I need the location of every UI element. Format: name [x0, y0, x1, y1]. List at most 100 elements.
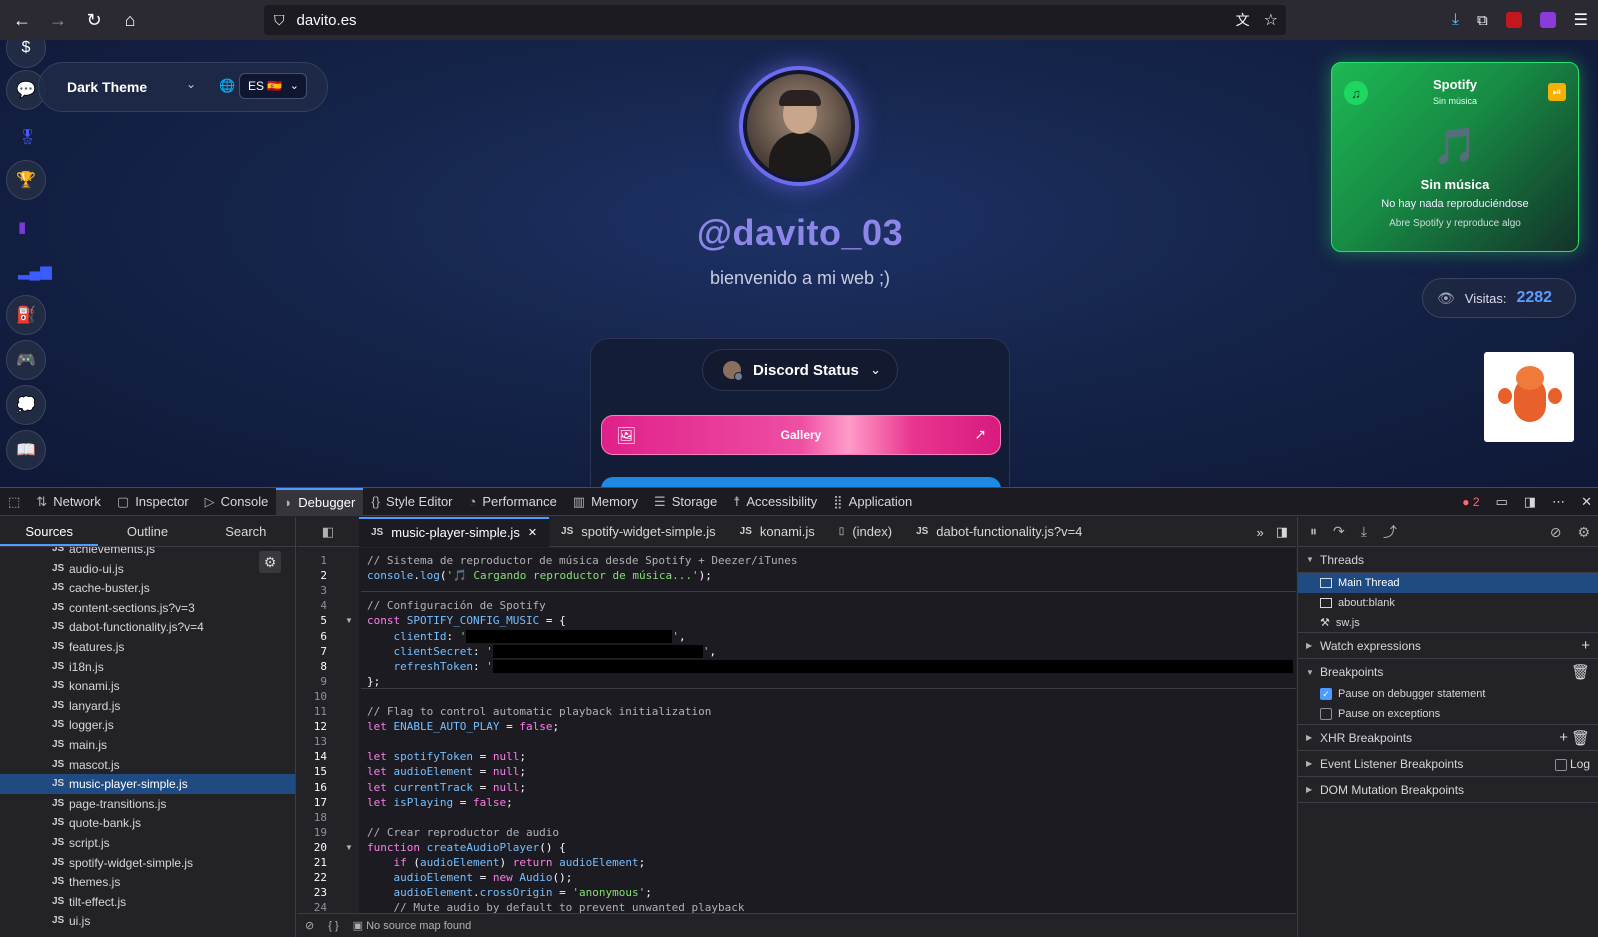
code-area[interactable]: 1 2 3 4 5 ▼ 6 7 8 9 10 11 12 13 14 15 16 17 18 19 20 ▼ 21 22 23 2… [297, 548, 1296, 913]
source-file[interactable]: JS lanyard.js [0, 696, 295, 716]
back-button[interactable]: ← [4, 2, 40, 38]
toggle-right-pane-icon[interactable]: ◨ [1276, 524, 1288, 540]
source-file[interactable]: JS page-transitions.js [0, 794, 295, 814]
dock-icon[interactable]: ◨ [1524, 494, 1536, 510]
tab-memory[interactable]: ▥ Memory [565, 488, 646, 516]
fold-toggle-icon[interactable]: ▼ [345, 840, 353, 855]
gamepad-button[interactable]: 🎮 [6, 340, 46, 380]
tab-application[interactable]: ⣿ Application [825, 488, 920, 516]
line-number[interactable]: 24 [297, 900, 327, 913]
document-link[interactable]: ▮ [18, 218, 34, 236]
line-number[interactable]: 4 [297, 598, 327, 613]
comment-button[interactable]: 💭 [6, 385, 46, 425]
url-bar[interactable]: ⛉ davito.es 文 ☆ [264, 5, 1286, 35]
achievements-link[interactable]: 🎖 [18, 128, 37, 146]
chevron-down-icon[interactable]: ⌄ [186, 77, 196, 91]
bookmark-star-icon[interactable]: ☆ [1264, 10, 1278, 30]
source-file[interactable]: JS logger.js [0, 715, 295, 735]
source-file[interactable]: JS features.js [0, 637, 295, 657]
addon-icon[interactable] [1539, 12, 1556, 28]
language-select[interactable]: ES 🇪🇸 ⌄ [239, 73, 307, 99]
toggle-sidebar-icon[interactable]: ◧ [297, 524, 359, 540]
line-number[interactable]: 22 [297, 870, 327, 885]
pause-exceptions-option[interactable]: Pause on exceptions [1298, 703, 1598, 725]
source-file[interactable]: JS tilt-effect.js [0, 892, 295, 912]
tab-performance[interactable]: ◔ Performance [461, 488, 565, 516]
line-number[interactable]: 12 [297, 719, 327, 734]
tab-debugger[interactable]: ◗ Debugger [276, 487, 364, 516]
checkbox-unchecked[interactable] [1320, 707, 1332, 720]
trophy-button[interactable]: 🏆 [6, 160, 46, 200]
stats-link[interactable]: ▂▄▆ [18, 262, 52, 280]
disable-breakpoints-icon[interactable]: ⊘ [1550, 524, 1562, 541]
line-number[interactable]: 7 [297, 644, 327, 659]
translate-icon[interactable]: 文 [1236, 10, 1250, 30]
responsive-design-icon[interactable]: ▭ [1496, 494, 1508, 510]
line-number[interactable]: 1 [297, 553, 327, 568]
watch-section[interactable]: ▶ Watch expressions + [1298, 633, 1598, 659]
tab-search[interactable]: Search [197, 517, 295, 546]
more-tabs-icon[interactable]: » [1256, 525, 1263, 540]
more-options-icon[interactable]: ⋯ [1552, 494, 1565, 510]
source-file[interactable]: JS main.js [0, 735, 295, 755]
thread-item[interactable]: about:blank [1298, 593, 1598, 613]
line-number[interactable]: 15 [297, 764, 327, 779]
reload-button[interactable]: ↻ [76, 2, 112, 38]
breakpoints-section[interactable]: ▼ Breakpoints 🗑 [1298, 659, 1598, 685]
tab-storage[interactable]: ☰ Storage [646, 488, 725, 516]
gallery-button[interactable]: 🖼 Gallery ↗ [601, 415, 1001, 455]
gear-icon[interactable]: ⚙ [1577, 524, 1590, 541]
extensions-icon[interactable]: ⧉ [1477, 12, 1488, 29]
source-file[interactable]: JS ui.js [0, 911, 295, 931]
theme-select[interactable]: Dark Theme [67, 79, 147, 95]
source-file[interactable]: JS audio-ui.js [0, 559, 295, 579]
source-file[interactable]: JS mascot.js [0, 755, 295, 775]
line-number[interactable]: 5 [297, 613, 327, 628]
line-number[interactable]: 3 [297, 583, 327, 598]
add-icon[interactable]: + [1559, 729, 1568, 746]
tab-sources[interactable]: Sources [0, 517, 99, 546]
line-number[interactable]: 10 [297, 689, 327, 704]
menu-icon[interactable]: ☰ [1574, 10, 1588, 30]
close-icon[interactable]: ✕ [1581, 494, 1592, 510]
editor-tab[interactable]: JS konami.js [728, 517, 827, 547]
tab-inspector[interactable]: ▢ Inspector [109, 488, 197, 516]
pause-debugger-option[interactable]: ✓ Pause on debugger statement [1298, 685, 1598, 703]
line-number[interactable]: 23 [297, 885, 327, 900]
dollar-button[interactable]: $ [6, 40, 46, 68]
lobster-mascot[interactable] [1484, 352, 1574, 442]
line-number[interactable]: 13 [297, 734, 327, 749]
line-number[interactable]: 6 [297, 629, 327, 644]
add-icon[interactable]: + [1581, 637, 1590, 654]
editor-tab[interactable]: JS spotify-widget-simple.js [549, 517, 728, 547]
threads-section[interactable]: ▼ Threads [1298, 547, 1598, 573]
step-in-icon[interactable]: ⤓ [1361, 523, 1367, 540]
thread-item[interactable]: ⚒ sw.js [1298, 613, 1598, 633]
source-file[interactable]: JS content-sections.js?v=3 [0, 598, 295, 618]
line-number[interactable]: 19 [297, 825, 327, 840]
tab-accessibility[interactable]: ☨ Accessibility [725, 488, 825, 516]
line-number[interactable]: 16 [297, 780, 327, 795]
tab-network[interactable]: ⇅ Network [28, 488, 109, 516]
source-file[interactable]: JS script.js [0, 833, 295, 853]
line-number[interactable]: 17 [297, 795, 327, 810]
line-number[interactable]: 2 [297, 568, 327, 583]
source-file[interactable]: JS konami.js [0, 676, 295, 696]
download-icon[interactable]: ⤓ [1452, 11, 1459, 29]
ublock-icon[interactable] [1505, 12, 1522, 28]
source-file[interactable]: JS quote-bank.js [0, 813, 295, 833]
line-number[interactable]: 11 [297, 704, 327, 719]
event-listener-section[interactable]: ▶ Event Listener Breakpoints Log [1298, 751, 1598, 777]
pause-icon[interactable]: ⏸ [1310, 523, 1317, 540]
blackbox-icon[interactable]: ⊘ [305, 919, 314, 932]
source-file[interactable]: JS spotify-widget-simple.js [0, 853, 295, 873]
book-button[interactable]: 📖 [6, 430, 46, 470]
step-out-icon[interactable]: ⤴ [1383, 522, 1397, 542]
dom-mutation-section[interactable]: ▶ DOM Mutation Breakpoints [1298, 777, 1598, 803]
line-number[interactable]: 8 [297, 659, 327, 674]
source-file[interactable]: JS achievements.js [0, 547, 295, 559]
step-over-icon[interactable]: ↷ [1333, 523, 1345, 540]
forward-button[interactable]: → [40, 2, 76, 38]
line-number[interactable]: 21 [297, 855, 327, 870]
home-button[interactable]: ⌂ [112, 2, 148, 38]
